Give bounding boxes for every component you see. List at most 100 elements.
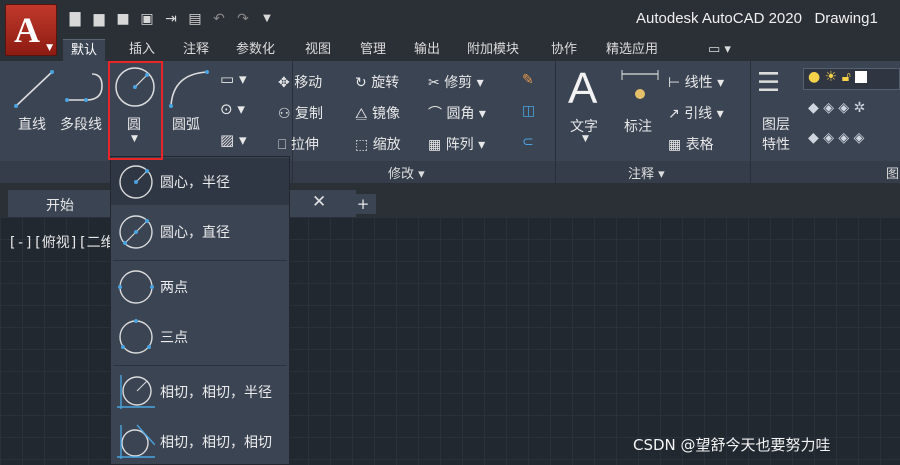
menu-item-label: 圆心，半径 xyxy=(160,175,230,191)
panel-divider xyxy=(750,61,751,183)
ribbon-tabs: 默认 插入 注释 参数化 视图 管理 输出 附加模块 协作 精选应用 ▭ ▾ xyxy=(0,37,900,61)
circle-tan-tan-tan-icon xyxy=(117,424,155,459)
redo-icon[interactable]: ↷ xyxy=(234,10,252,28)
dimension-button[interactable]: 标注 xyxy=(624,116,652,136)
ellipse-icon[interactable]: ⊙ ▾ xyxy=(220,100,245,118)
layer-tools-icon[interactable]: ◆ ◈ ◈ ✲ xyxy=(808,100,865,116)
tab-output[interactable]: 输出 xyxy=(406,39,448,61)
circle-tan-tan-radius-icon xyxy=(117,375,155,409)
linear-button[interactable]: ⊢ 线性 ▾ xyxy=(668,72,724,92)
circle-center-radius-icon xyxy=(119,165,153,199)
move-icon: ✥ xyxy=(278,75,290,91)
print-icon[interactable]: ▤ xyxy=(186,10,204,28)
menu-item-three-point[interactable]: 三点 xyxy=(111,313,289,360)
mirror-icon: ⧋ xyxy=(355,106,368,122)
save-as-icon[interactable]: ▣ xyxy=(138,10,156,28)
new-tab-button[interactable]: + xyxy=(350,194,376,214)
scissors-icon: ✂ xyxy=(428,75,440,91)
explode-icon[interactable]: ◫ xyxy=(522,103,535,119)
chevron-down-icon[interactable]: ▼ xyxy=(582,134,589,144)
tab-addins[interactable]: 附加模块 xyxy=(459,39,527,61)
menu-divider xyxy=(113,365,287,366)
tab-featured-apps[interactable]: 精选应用 xyxy=(598,39,666,61)
leader-icon: ↗ xyxy=(668,106,680,122)
table-button[interactable]: ▦ 表格 xyxy=(668,134,714,154)
menu-item-center-diameter[interactable]: 圆心，直径 xyxy=(111,208,289,255)
offset-icon[interactable]: ⊂ xyxy=(522,134,534,150)
arc-button[interactable]: 圆弧 xyxy=(172,114,200,134)
line-icon xyxy=(14,70,54,108)
sun-icon: ☀ xyxy=(824,69,838,85)
open-icon[interactable]: ▆ xyxy=(90,10,108,28)
rectangle-icon[interactable]: ▭ ▾ xyxy=(220,70,246,88)
new-icon[interactable]: ▇ xyxy=(66,10,84,28)
menu-item-label: 圆心，直径 xyxy=(160,225,230,241)
dimension-icon xyxy=(621,70,659,99)
tab-view[interactable]: 视图 xyxy=(297,39,339,61)
layer-properties-icon: ☰ xyxy=(757,68,781,98)
rotate-icon: ↻ xyxy=(355,75,367,91)
text-icon: A xyxy=(568,64,598,113)
application-menu-button[interactable]: A ▼ xyxy=(5,4,57,56)
rotate-button[interactable]: ↻ 旋转 xyxy=(355,72,399,92)
stretch-icon: ⎕ xyxy=(278,137,287,153)
array-button[interactable]: ▦ 阵列 ▾ xyxy=(428,134,485,154)
menu-item-label: 两点 xyxy=(160,280,188,296)
mirror-button[interactable]: ⧋ 镜像 xyxy=(355,103,400,123)
panel-divider xyxy=(555,61,556,183)
fillet-icon: ⌒ xyxy=(428,106,442,122)
circle-two-point-icon xyxy=(118,270,154,304)
app-logo: A xyxy=(14,10,40,50)
table-icon: ▦ xyxy=(668,137,682,153)
circle-button-highlight xyxy=(108,61,163,160)
hatch-icon[interactable]: ▨ ▾ xyxy=(220,131,246,149)
fillet-button[interactable]: ⌒ 圆角 ▾ xyxy=(428,103,486,123)
annotation-panel-label[interactable]: 注释 ▾ xyxy=(628,163,665,182)
undo-icon[interactable]: ↶ xyxy=(210,10,228,28)
move-button[interactable]: ✥ 移动 xyxy=(278,72,322,92)
leader-button[interactable]: ↗ 引线 ▾ xyxy=(668,103,724,123)
customize-icon[interactable]: ▼ xyxy=(258,10,276,28)
ribbon-minimize-button[interactable]: ▭ ▾ xyxy=(700,39,739,61)
lightbulb-icon: ● xyxy=(808,69,821,85)
close-icon[interactable]: ✕ xyxy=(312,192,326,212)
layer-properties-label-1[interactable]: 图层 xyxy=(762,114,790,134)
tab-insert[interactable]: 插入 xyxy=(121,39,163,61)
line-button[interactable]: 直线 xyxy=(18,114,46,134)
menu-item-tan-tan-radius[interactable]: 相切，相切，半径 xyxy=(111,368,289,415)
layer-properties-label-2[interactable]: 特性 xyxy=(762,134,790,154)
circle-center-diameter-icon xyxy=(119,215,153,249)
tab-annotate[interactable]: 注释 xyxy=(175,39,217,61)
tab-manage[interactable]: 管理 xyxy=(352,39,394,61)
menu-item-two-point[interactable]: 两点 xyxy=(111,263,289,310)
polyline-icon xyxy=(65,73,103,102)
save-icon[interactable]: ■ xyxy=(114,10,132,28)
text-button[interactable]: 文字 xyxy=(570,116,598,136)
menu-divider xyxy=(113,260,287,261)
layers-panel-label[interactable]: 图 xyxy=(886,163,899,182)
trim-button[interactable]: ✂ 修剪 ▾ xyxy=(428,72,484,92)
stretch-button[interactable]: ⎕ 拉伸 xyxy=(278,134,319,154)
arc-icon xyxy=(169,70,209,108)
chevron-down-icon: ▼ xyxy=(46,43,53,53)
menu-item-label: 相切，相切，相切 xyxy=(160,435,272,451)
export-icon[interactable]: ⇥ xyxy=(162,10,180,28)
window-title: Autodesk AutoCAD 2020 Drawing1 xyxy=(636,10,878,27)
modify-panel-label[interactable]: 修改 ▾ xyxy=(388,163,425,182)
erase-icon[interactable]: ✎ xyxy=(522,72,534,88)
menu-item-tan-tan-tan[interactable]: 相切，相切，相切 xyxy=(111,418,289,465)
scale-button[interactable]: ⬚ 缩放 xyxy=(355,134,401,154)
lock-icon: 🔓︎ xyxy=(841,69,851,85)
tab-parametric[interactable]: 参数化 xyxy=(228,39,283,61)
layer-tools-icon[interactable]: ◆ ◈ ◈ ◈ xyxy=(808,130,864,146)
quick-access-toolbar: ▇ ▆ ■ ▣ ⇥ ▤ ↶ ↷ ▼ xyxy=(66,8,276,30)
layer-dropdown[interactable]: ● ☀ 🔓︎ xyxy=(803,68,900,90)
linear-dimension-icon: ⊢ xyxy=(668,75,681,91)
copy-button[interactable]: ⚇ 复制 xyxy=(278,103,323,123)
tab-default[interactable]: 默认 xyxy=(63,39,106,61)
menu-item-center-radius[interactable]: 圆心，半径 xyxy=(111,158,289,205)
circle-dropdown-menu: 圆心，半径 圆心，直径 两点 三点 相切，相切，半径 相切，相切，相切 xyxy=(110,156,290,465)
tab-collaborate[interactable]: 协作 xyxy=(543,39,585,61)
copy-icon: ⚇ xyxy=(278,106,291,122)
polyline-button[interactable]: 多段线 xyxy=(60,114,102,134)
